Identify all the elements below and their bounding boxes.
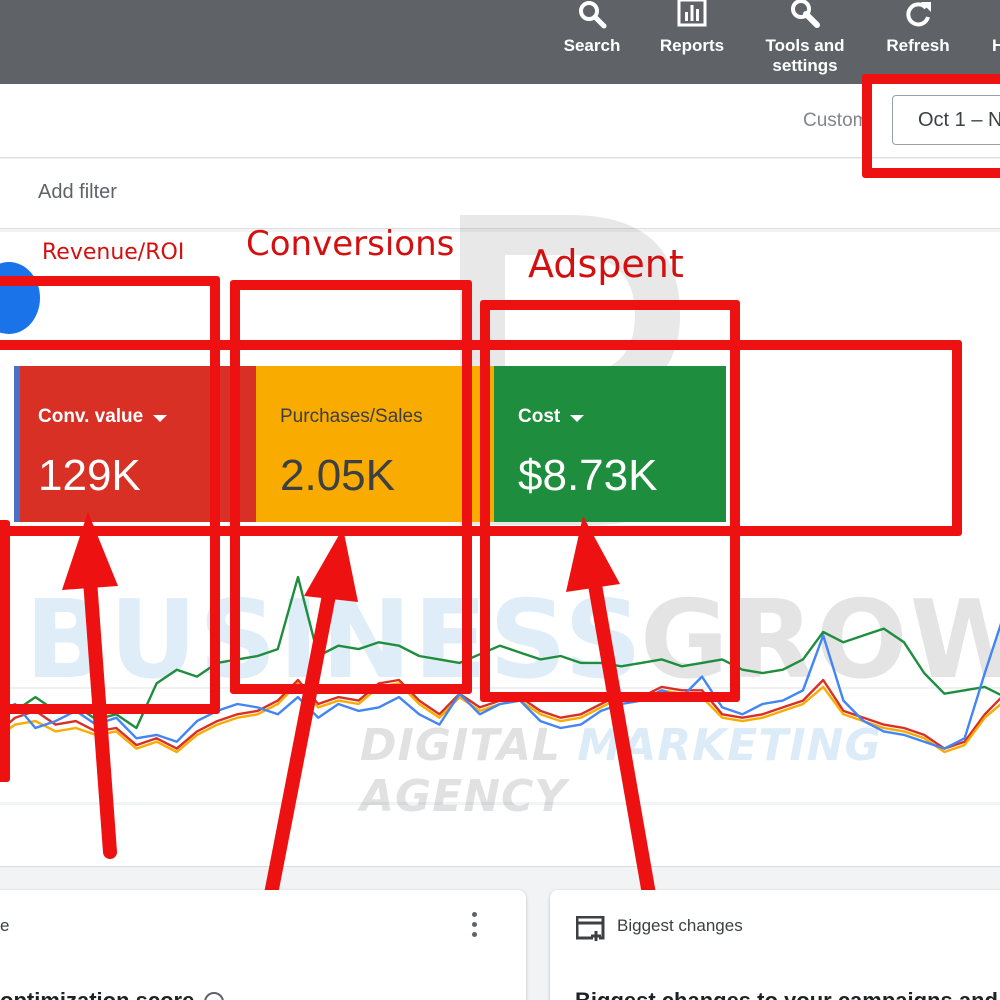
search-icon: [579, 1, 607, 29]
help-label: H: [992, 36, 1000, 55]
refresh-icon: [906, 2, 931, 27]
annotation-box-left-edge: [0, 520, 10, 782]
top-toolbar: Search Reports Tools and settings Refres…: [0, 0, 1000, 84]
biggest-changes-icon: [576, 916, 605, 941]
add-filter-button[interactable]: Add filter: [38, 181, 117, 204]
tools-and-settings-label: Tools and settings: [765, 36, 845, 75]
annotation-box-date-range: [862, 74, 1000, 178]
more-options-icon[interactable]: [472, 912, 478, 940]
annotation-conversions: Conversions: [246, 224, 455, 264]
biggest-changes-description: Biggest changes to your campaigns and c: [575, 988, 1000, 1000]
search-button[interactable]: Search: [554, 0, 630, 84]
date-preset-label: Custom: [803, 110, 869, 131]
annotation-adspent: Adspent: [528, 242, 684, 286]
reports-icon: [677, 0, 707, 27]
annotation-revenue-roi: Revenue/ROI: [42, 240, 185, 265]
reports-label: Reports: [659, 36, 725, 55]
biggest-changes-card[interactable]: Biggest changes Biggest changes to your …: [550, 890, 1000, 1000]
help-circle-icon[interactable]: [204, 992, 225, 1000]
optimization-score-card[interactable]: e optimization score: [0, 890, 526, 1000]
reports-button[interactable]: Reports: [652, 0, 732, 84]
optimization-score-title: optimization score: [0, 988, 225, 1000]
refresh-label: Refresh: [886, 36, 950, 55]
refresh-button[interactable]: Refresh: [878, 0, 958, 84]
optimization-score-label: optimization score: [0, 988, 194, 1000]
biggest-changes-title: Biggest changes: [617, 916, 743, 935]
tools-icon: [791, 0, 820, 28]
card-title-fragment: e: [0, 916, 10, 935]
date-range-bar: Custom Oct 1 – N: [0, 84, 1000, 158]
search-label: Search: [563, 36, 621, 55]
tools-and-settings-button[interactable]: Tools and settings: [758, 0, 852, 84]
annotation-box-scorecards: [0, 340, 962, 536]
help-button[interactable]: H: [980, 0, 1000, 84]
